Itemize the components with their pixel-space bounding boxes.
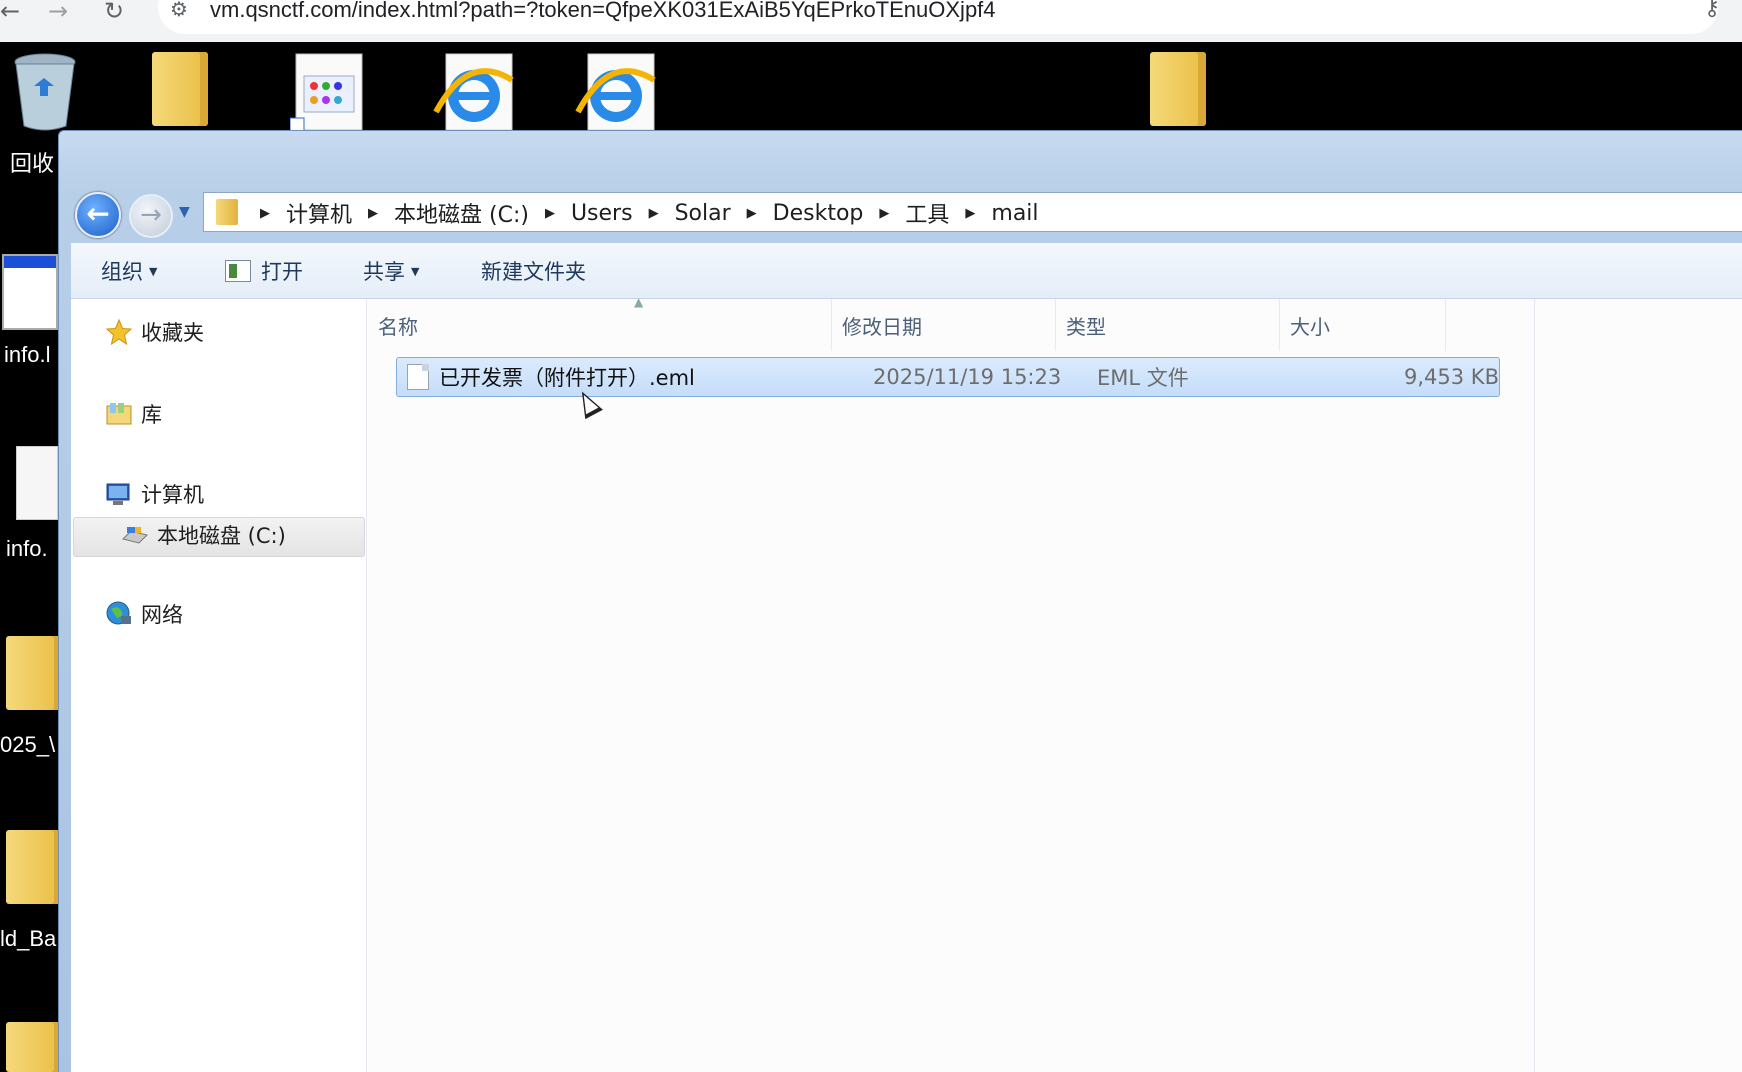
breadcrumb-users[interactable]: Users (571, 201, 633, 226)
library-icon (106, 403, 132, 425)
internet-explorer-icon[interactable] (570, 52, 658, 132)
file-name: 已开发票（附件打开）.eml (439, 366, 695, 390)
breadcrumb-desktop[interactable]: Desktop (773, 201, 864, 226)
chevron-down-icon: ▼ (149, 264, 158, 278)
breadcrumb-separator-icon[interactable]: ▶ (965, 206, 975, 221)
forward-arrow-icon[interactable]: → (48, 0, 68, 23)
zip-folder-icon[interactable] (1150, 52, 1206, 126)
nav-item-computer[interactable]: 计算机 (105, 479, 204, 509)
file-modified-cell: 2025/11/19 15:23 (873, 365, 1062, 389)
folder-icon[interactable] (6, 1022, 62, 1072)
breadcrumb-separator-icon[interactable]: ▶ (747, 206, 757, 221)
file-type-cell: EML 文件 (1097, 366, 1189, 390)
recycle-bin-icon[interactable] (12, 52, 78, 132)
nav-label: 网络 (141, 603, 183, 627)
internet-explorer-icon[interactable] (428, 52, 516, 132)
file-icon (407, 364, 429, 390)
desktop-label-folder2[interactable]: ld_Ba (0, 926, 56, 952)
nav-item-favorites[interactable]: 收藏夹 (105, 317, 204, 347)
nav-item-network[interactable]: 网络 (105, 599, 183, 629)
organize-button[interactable]: 组织 ▼ (101, 243, 157, 299)
chevron-down-icon: ▼ (411, 264, 420, 278)
nav-label: 库 (141, 403, 162, 427)
address-row: ← → ▼ ▶ 计算机 ▶ 本地磁盘 (C:) ▶ Users ▶ Solar … (59, 186, 1742, 238)
column-header-modified[interactable]: 修改日期 (832, 299, 1056, 351)
nav-label: 计算机 (141, 483, 204, 507)
breadcrumb-separator-icon[interactable]: ▶ (545, 206, 555, 221)
column-header-size[interactable]: 大小 (1280, 299, 1446, 351)
open-icon (225, 260, 251, 282)
content-area: 收藏夹 库 计算机 本地磁盘 (C:) 网络 ▲ 名称 修改日期 类型 大小 已… (71, 295, 1742, 1072)
new-folder-label: 新建文件夹 (481, 260, 586, 284)
window-file-icon[interactable] (2, 254, 58, 330)
window-title-strip (4, 256, 56, 268)
open-button[interactable]: 打开 (225, 243, 303, 299)
network-globe-icon (106, 601, 131, 625)
site-settings-icon[interactable]: ⚙ (170, 0, 188, 19)
column-divider (1534, 299, 1535, 1072)
nav-label: 收藏夹 (141, 321, 204, 345)
table-row[interactable]: 已开发票（附件打开）.eml 2025/11/19 15:23 EML 文件 9… (396, 357, 1500, 397)
breadcrumb-separator-icon[interactable]: ▶ (368, 206, 378, 221)
open-label: 打开 (261, 260, 303, 284)
nav-item-local-disk[interactable]: 本地磁盘 (C:) (121, 520, 286, 550)
explorer-window: ← → ▼ ▶ 计算机 ▶ 本地磁盘 (C:) ▶ Users ▶ Solar … (58, 130, 1742, 1072)
desktop-label-folder1[interactable]: 025_\ (0, 732, 55, 758)
share-button[interactable]: 共享 ▼ (363, 243, 419, 299)
share-label: 共享 (363, 260, 405, 284)
navigation-pane: 收藏夹 库 计算机 本地磁盘 (C:) 网络 (71, 299, 367, 1072)
history-dropdown-icon[interactable]: ▼ (179, 204, 190, 220)
column-header-name[interactable]: 名称 (368, 299, 832, 351)
star-icon (105, 318, 133, 346)
folder-icon[interactable] (6, 830, 62, 904)
computer-icon (106, 483, 130, 505)
new-folder-button[interactable]: 新建文件夹 (481, 243, 586, 299)
text-file-icon[interactable] (16, 446, 58, 520)
breadcrumb-separator-icon[interactable]: ▶ (879, 206, 889, 221)
nav-item-libraries[interactable]: 库 (105, 399, 162, 429)
control-panel-icon[interactable] (290, 52, 368, 134)
column-header-label: 修改日期 (842, 314, 922, 339)
breadcrumb-local-disk[interactable]: 本地磁盘 (C:) (394, 197, 529, 229)
folder-icon[interactable] (152, 52, 208, 126)
reload-icon[interactable]: ↻ (104, 0, 124, 23)
desktop-label-info1[interactable]: info.l (4, 342, 50, 368)
desktop-label-recycle[interactable]: 回收 (10, 146, 54, 178)
breadcrumb-separator-icon[interactable]: ▶ (649, 206, 659, 221)
folder-icon (216, 199, 238, 225)
command-bar: 组织 ▼ 打开 共享 ▼ 新建文件夹 (71, 243, 1742, 299)
hard-drive-icon (122, 527, 148, 544)
breadcrumb-separator-icon[interactable]: ▶ (260, 206, 270, 221)
breadcrumb-tools[interactable]: 工具 (905, 197, 949, 229)
breadcrumb-solar[interactable]: Solar (675, 201, 731, 226)
organize-label: 组织 (101, 260, 143, 284)
file-size-cell: 9,453 KB (1404, 365, 1499, 389)
column-header-label: 类型 (1066, 314, 1106, 339)
column-header-label: 名称 (378, 314, 418, 339)
browser-toolbar: ← → ↻ ⚙ vm.qsnctf.com/index.html?path=?t… (0, 0, 1742, 42)
back-arrow-icon[interactable]: ← (0, 0, 20, 23)
url-text[interactable]: vm.qsnctf.com/index.html?path=?token=Qfp… (210, 0, 996, 23)
back-button[interactable]: ← (75, 192, 121, 238)
breadcrumb: ▶ 计算机 ▶ 本地磁盘 (C:) ▶ Users ▶ Solar ▶ Desk… (244, 193, 1039, 233)
breadcrumb-bar[interactable]: ▶ 计算机 ▶ 本地磁盘 (C:) ▶ Users ▶ Solar ▶ Desk… (203, 192, 1742, 232)
column-header-label: 大小 (1290, 314, 1330, 339)
breadcrumb-computer[interactable]: 计算机 (286, 197, 352, 229)
file-name-cell[interactable]: 已开发票（附件打开）.eml (407, 358, 867, 396)
column-header-type[interactable]: 类型 (1056, 299, 1280, 351)
password-key-icon[interactable]: ⚷ (1704, 0, 1720, 20)
desktop-label-info2[interactable]: info. (6, 536, 48, 562)
nav-label: 本地磁盘 (C:) (157, 524, 286, 548)
forward-button[interactable]: → (129, 194, 173, 238)
file-list: ▲ 名称 修改日期 类型 大小 已开发票（附件打开）.eml 2025/11/1… (368, 295, 1742, 1072)
folder-icon[interactable] (6, 636, 62, 710)
breadcrumb-mail[interactable]: mail (991, 201, 1038, 226)
